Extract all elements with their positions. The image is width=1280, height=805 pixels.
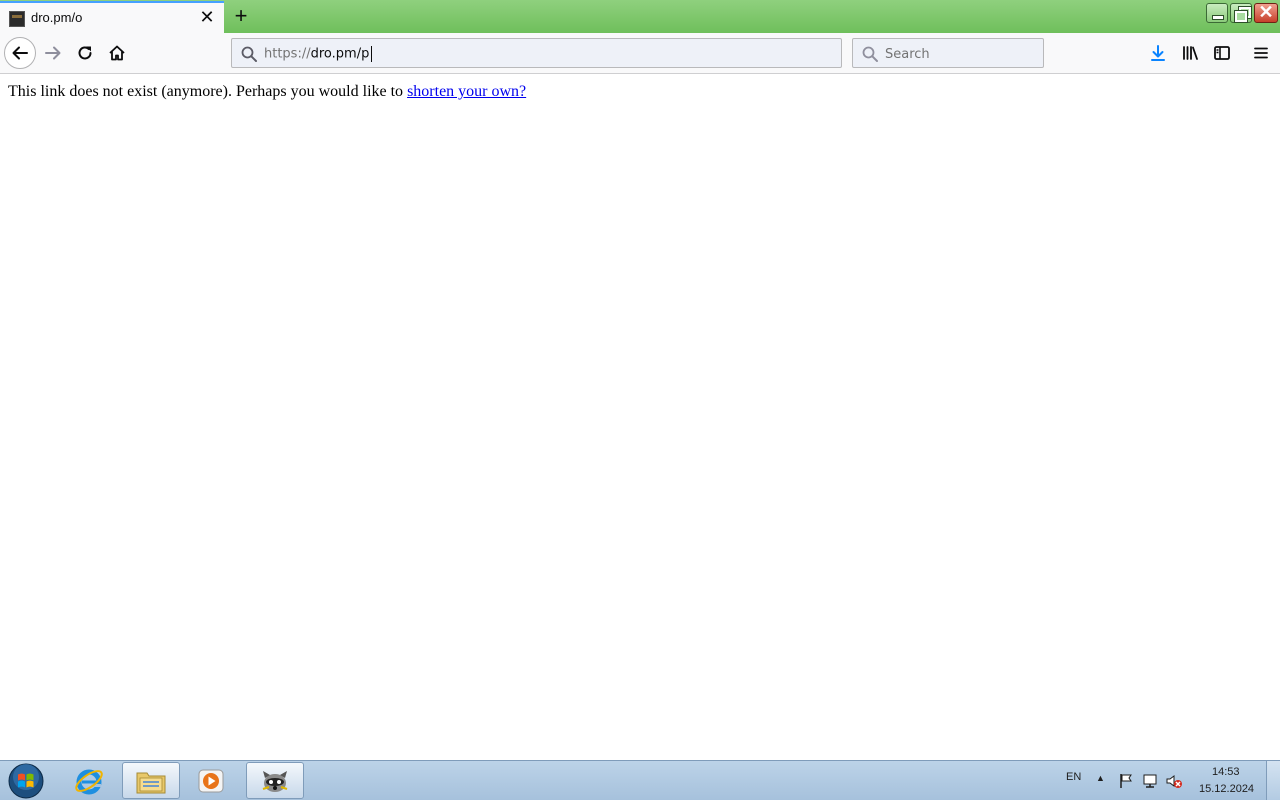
taskbar: EN ▲ 14:53 15.12.2024 — [0, 760, 1280, 800]
site-favicon-icon — [9, 11, 25, 27]
forward-button[interactable] — [40, 40, 66, 66]
library-icon — [1183, 46, 1198, 60]
folder-icon — [136, 772, 166, 793]
reload-icon — [78, 46, 92, 60]
url-host-path: dro.pm/p — [310, 46, 370, 62]
taskbar-media-player[interactable] — [182, 762, 240, 799]
back-arrow-icon — [12, 46, 28, 60]
taskbar-internet-explorer[interactable] — [60, 762, 118, 799]
library-button[interactable] — [1177, 40, 1203, 66]
show-hidden-icons-icon[interactable]: ▲ — [1096, 773, 1105, 783]
internet-explorer-icon — [75, 769, 103, 794]
tab-title: dro.pm/o — [31, 10, 83, 25]
close-icon: ✕ — [1258, 2, 1274, 22]
clock-time[interactable]: 14:53 — [1212, 766, 1240, 778]
url-text[interactable]: https://dro.pm/p — [264, 46, 373, 62]
show-desktop-button[interactable] — [1266, 761, 1280, 800]
active-tab[interactable]: dro.pm/o ✕ — [0, 1, 224, 33]
forward-arrow-icon — [45, 46, 61, 60]
message-text: This link does not exist (anymore). Perh… — [8, 83, 404, 100]
url-scheme: https:// — [264, 46, 311, 62]
clock-date[interactable]: 15.12.2024 — [1199, 783, 1254, 795]
action-center-flag-icon[interactable] — [1117, 772, 1135, 790]
shorten-link[interactable]: shorten your own? — [407, 83, 526, 100]
language-indicator[interactable]: EN — [1066, 771, 1081, 783]
start-button[interactable] — [6, 762, 46, 800]
volume-muted-icon[interactable] — [1165, 772, 1183, 790]
search-icon — [241, 46, 257, 62]
home-icon — [109, 45, 125, 61]
tab-close-icon[interactable]: ✕ — [196, 6, 218, 28]
text-caret — [371, 46, 373, 62]
media-player-icon — [198, 769, 224, 792]
sidebar-button[interactable] — [1209, 40, 1235, 66]
search-icon — [862, 46, 878, 62]
address-bar[interactable]: https://dro.pm/p — [231, 38, 842, 68]
page-message: This link does not exist (anymore). Perh… — [8, 83, 526, 101]
minimize-button[interactable] — [1206, 3, 1228, 23]
taskbar-raccoon-app[interactable] — [246, 762, 304, 799]
sidebar-icon — [1214, 46, 1230, 60]
network-icon[interactable] — [1141, 772, 1159, 790]
search-input[interactable] — [883, 44, 1037, 64]
close-window-button[interactable]: ✕ — [1254, 2, 1278, 23]
reload-button[interactable] — [72, 40, 98, 66]
new-tab-button[interactable]: + — [228, 3, 254, 29]
back-button[interactable] — [4, 37, 36, 69]
taskbar-windows-explorer[interactable] — [122, 762, 180, 799]
raccoon-app-icon — [262, 770, 288, 792]
navigation-toolbar: https://dro.pm/p — [0, 33, 1280, 74]
home-button[interactable] — [104, 40, 130, 66]
restore-button[interactable] — [1230, 3, 1252, 23]
windows-start-orb-icon — [8, 763, 44, 799]
downloads-button[interactable] — [1145, 40, 1171, 66]
download-arrow-icon — [1151, 45, 1165, 61]
title-bar: dro.pm/o ✕ + ✕ — [0, 0, 1280, 33]
menu-button[interactable] — [1248, 40, 1274, 66]
search-bar[interactable] — [852, 38, 1044, 68]
hamburger-menu-icon — [1254, 47, 1268, 59]
page-content: This link does not exist (anymore). Perh… — [0, 74, 1280, 760]
